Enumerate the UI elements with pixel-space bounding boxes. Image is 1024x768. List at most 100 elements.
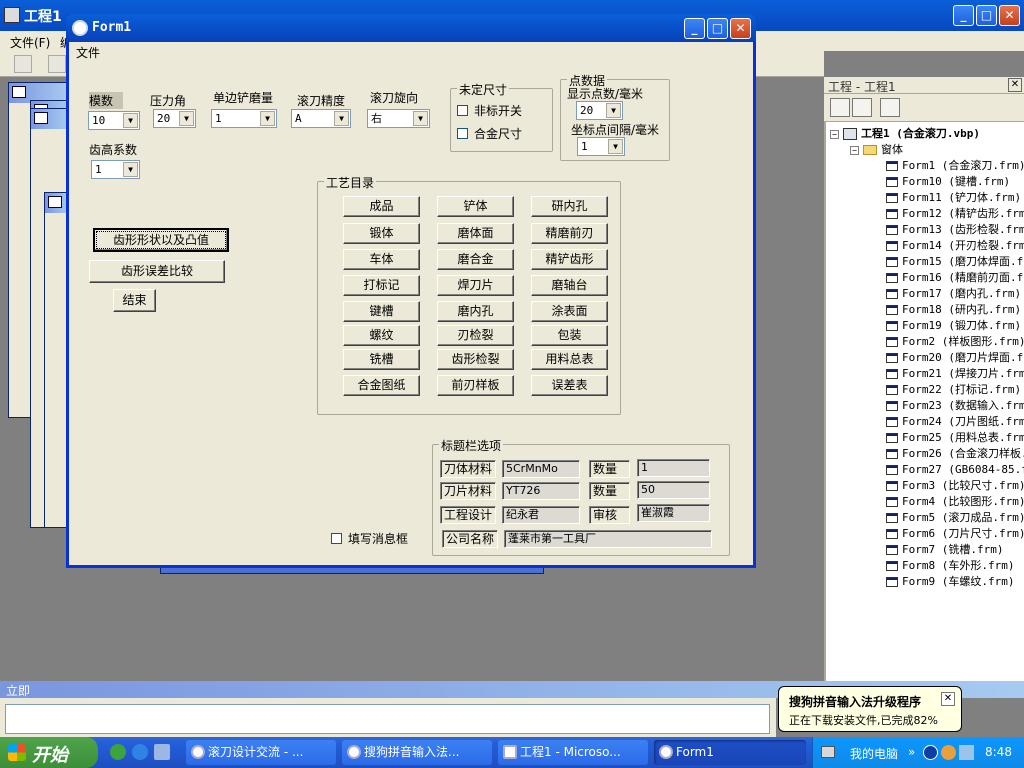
collapse-icon[interactable]: −	[850, 145, 859, 155]
tree-folder-forms[interactable]: − 窗体	[850, 142, 903, 158]
chevron-down-icon[interactable]: ▼	[606, 103, 621, 118]
chevron-down-icon[interactable]: ▼	[413, 111, 428, 126]
close-button[interactable]: ✕	[999, 5, 1020, 26]
chevron-down-icon[interactable]: ▼	[608, 139, 623, 154]
process-button[interactable]: 合金图纸	[343, 375, 420, 396]
tree-form-item[interactable]: Form27 (GB6084-85.frm)	[886, 462, 1024, 478]
tree-form-item[interactable]: Form8 (车外形.frm)	[886, 558, 1014, 574]
tree-form-item[interactable]: Form1 (合金滚刀.frm)	[886, 158, 1024, 174]
collapse-icon[interactable]: −	[830, 129, 839, 139]
task-sogou[interactable]: 搜狗拼音输入法...	[342, 740, 492, 765]
checkbox-icon[interactable]	[331, 533, 342, 544]
form1-close-button[interactable]: ✕	[730, 18, 751, 39]
chevron-down-icon[interactable]: ▼	[260, 111, 275, 126]
tree-form-item[interactable]: Form2 (样板图形.frm)	[886, 334, 1024, 350]
tooth-error-button[interactable]: 齿形误差比较	[89, 260, 225, 283]
tree-form-item[interactable]: Form13 (齿形检裂.frm)	[886, 222, 1024, 238]
process-button[interactable]: 前刃样板	[437, 375, 514, 396]
menu-file[interactable]: 文件(F)	[10, 34, 50, 51]
tooth-shape-button[interactable]: 齿形形状以及凸值	[93, 228, 229, 252]
my-computer-link[interactable]: 我的电脑	[850, 745, 898, 762]
chevron-down-icon[interactable]: ▼	[334, 111, 349, 126]
designer-field[interactable]: 纪永君	[502, 506, 580, 524]
rotation-select[interactable]: 右 ▼	[367, 109, 430, 128]
tree-form-item[interactable]: Form12 (精铲齿形.frm)	[886, 206, 1024, 222]
add-form-icon[interactable]	[48, 55, 66, 73]
add-project-icon[interactable]	[14, 55, 32, 73]
task-forum[interactable]: 滚刀设计交流 - ...	[186, 740, 336, 765]
process-button[interactable]: 键槽	[343, 301, 420, 322]
tree-form-item[interactable]: Form16 (精磨前刃面.frm)	[886, 270, 1024, 286]
tree-form-item[interactable]: Form11 (铲刀体.frm)	[886, 190, 1021, 206]
minimize-button[interactable]: _	[953, 5, 974, 26]
chevron-right-icon[interactable]: »	[908, 745, 915, 759]
chevron-down-icon[interactable]: ▼	[123, 162, 138, 177]
background-form-4[interactable]	[44, 192, 68, 528]
close-icon[interactable]: ✕	[1008, 78, 1022, 92]
company-field[interactable]: 蓬莱市第一工具厂	[504, 530, 712, 548]
tree-form-item[interactable]: Form22 (打标记.frm)	[886, 382, 1021, 398]
relief-select[interactable]: 1 ▼	[211, 109, 277, 128]
tree-form-item[interactable]: Form21 (焊接刀片.frm)	[886, 366, 1024, 382]
pressure-angle-select[interactable]: 20 ▼	[153, 109, 196, 128]
back-arrow-icon[interactable]	[923, 745, 938, 760]
view-code-icon[interactable]	[830, 98, 850, 117]
tree-form-item[interactable]: Form23 (数据输入.frm)	[886, 398, 1024, 414]
form1-menu-file[interactable]: 文件	[76, 44, 100, 61]
reviewer-field[interactable]: 崔淑霞	[637, 504, 710, 522]
process-button[interactable]: 误差表	[531, 375, 608, 396]
close-icon[interactable]: ✕	[941, 692, 955, 706]
process-button[interactable]: 精铲齿形	[531, 249, 608, 270]
ime-update-balloon[interactable]: 搜狗拼音输入法升级程序 正在下载安装文件,已完成82% ✕	[778, 686, 962, 732]
process-button[interactable]: 磨体面	[437, 223, 514, 244]
tree-form-item[interactable]: Form3 (比较尺寸.frm)	[886, 478, 1024, 494]
process-button[interactable]: 精磨前刃	[531, 223, 608, 244]
process-button[interactable]: 铣槽	[343, 349, 420, 370]
process-button[interactable]: 焊刀片	[437, 275, 514, 296]
tree-form-item[interactable]: Form9 (车螺纹.frm)	[886, 574, 1014, 590]
process-button[interactable]: 磨内孔	[437, 301, 514, 322]
point-spacing-select[interactable]: 1 ▼	[577, 137, 625, 156]
qty1-field[interactable]: 1	[637, 459, 710, 477]
process-button[interactable]: 成品	[343, 196, 420, 217]
tree-form-item[interactable]: Form26 (合金滚刀样板.frm)	[886, 446, 1024, 462]
tree-form-item[interactable]: Form18 (研内孔.frm)	[886, 302, 1021, 318]
sogou-tray-icon[interactable]	[941, 745, 956, 760]
body-material-field[interactable]: 5CrMnMo	[502, 460, 580, 478]
end-button[interactable]: 结束	[113, 289, 156, 312]
view-object-icon[interactable]	[852, 98, 872, 117]
process-button[interactable]: 车体	[343, 249, 420, 270]
tree-form-item[interactable]: Form6 (刀片尺寸.frm)	[886, 526, 1024, 542]
addendum-select[interactable]: 1 ▼	[91, 160, 140, 179]
process-button[interactable]: 刃检裂	[437, 325, 514, 346]
start-button[interactable]: 开始	[0, 737, 98, 768]
toggle-folders-icon[interactable]	[880, 98, 900, 117]
network-icon[interactable]	[959, 745, 974, 760]
process-button[interactable]: 铲体	[437, 196, 514, 217]
process-button[interactable]: 螺纹	[343, 325, 420, 346]
quicklaunch-ie-icon[interactable]	[132, 744, 148, 760]
keyboard-icon[interactable]	[821, 746, 835, 758]
tree-root[interactable]: − 工程1 (合金滚刀.vbp)	[830, 126, 980, 142]
tree-form-item[interactable]: Form25 (用料总表.frm)	[886, 430, 1024, 446]
process-button[interactable]: 包装	[531, 325, 608, 346]
process-button[interactable]: 锻体	[343, 223, 420, 244]
tree-form-item[interactable]: Form7 (铣槽.frm)	[886, 542, 1003, 558]
tree-form-item[interactable]: Form20 (磨刀片焊面.frm)	[886, 350, 1024, 366]
chevron-down-icon[interactable]: ▼	[123, 113, 138, 128]
tree-form-item[interactable]: Form17 (磨内孔.frm)	[886, 286, 1021, 302]
quicklaunch-refresh-icon[interactable]	[110, 744, 126, 760]
process-button[interactable]: 研内孔	[531, 196, 608, 217]
tree-form-item[interactable]: Form14 (开刃检裂.frm)	[886, 238, 1024, 254]
tree-form-item[interactable]: Form10 (键槽.frm)	[886, 174, 1010, 190]
tree-form-item[interactable]: Form5 (滚刀成品.frm)	[886, 510, 1024, 526]
process-button[interactable]: 用料总表	[531, 349, 608, 370]
points-per-mm-select[interactable]: 20 ▼	[576, 101, 623, 120]
process-button[interactable]: 打标记	[343, 275, 420, 296]
precision-select[interactable]: A ▼	[291, 109, 351, 128]
task-vb-project[interactable]: 工程1 - Microso...	[498, 740, 648, 765]
process-button[interactable]: 涂表面	[531, 301, 608, 322]
chevron-down-icon[interactable]: ▼	[179, 111, 194, 126]
tree-form-item[interactable]: Form15 (磨刀体焊面.frm)	[886, 254, 1024, 270]
tree-form-item[interactable]: Form19 (锻刀体.frm)	[886, 318, 1021, 334]
